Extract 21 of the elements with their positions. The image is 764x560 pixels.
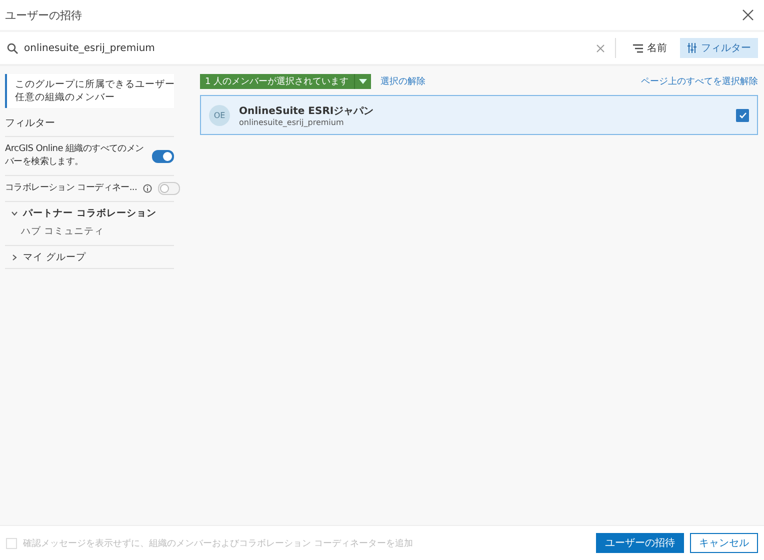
group-item[interactable]: ハブ コミュニティ [11,220,174,241]
cancel-button[interactable]: キャンセル [690,533,758,553]
invite-button[interactable]: ユーザーの招待 [596,533,684,553]
user-username: onlinesuite_esrij_premium [239,118,345,126]
user-card[interactable]: OE OnlineSuite ESRIジャパン onlinesuite_esrij_premium [200,95,758,135]
filter-heading: フィルター [5,108,174,137]
checkbox-label: 確認メッセージを表示せずに、組織のメンバーおよびコラボレーション コーディネーターを追加 [23,538,414,550]
deselect-page-link[interactable]: ページ上のすべてを選択解除 [641,75,758,88]
search-field[interactable]: onlinesuite_esrij_premium [24,42,590,54]
dialog-title: ユーザーの招待 [5,8,82,22]
scope-option[interactable]: このグループに所属できるユーザー 任意の組織のメンバー [5,74,174,108]
user-name: OnlineSuite ESRIジャパン [239,104,375,118]
avatar: OE [209,104,230,126]
clear-selection-link[interactable]: 選択の解除 [380,75,426,88]
group-header[interactable]: マイ グループ [11,250,174,264]
group-header[interactable]: パートナー コラボレーション [11,206,174,220]
selection-count-button[interactable]: 1 人のメンバーが選択されています [200,74,371,89]
toggle-label: コラボレーション コーディネー... [5,182,138,195]
toggle-label: ArcGIS Online 組織のすべてのメンバーを検索します。 [5,143,145,169]
filter-button[interactable]: フィルター [680,38,758,58]
sort-button[interactable]: 名前 [626,38,674,58]
